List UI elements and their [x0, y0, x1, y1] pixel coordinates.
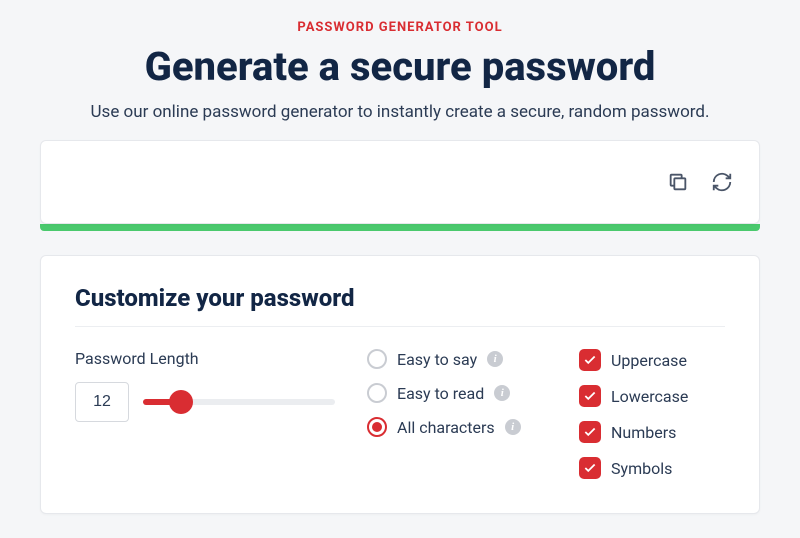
radio-label: All characters — [397, 418, 495, 437]
checkbox-icon — [579, 349, 601, 371]
checkbox-lowercase[interactable]: Lowercase — [579, 385, 719, 407]
copy-icon — [667, 171, 689, 193]
radio-icon — [367, 417, 387, 437]
radio-label: Easy to say — [397, 350, 477, 369]
customize-card: Customize your password Password Length — [40, 255, 760, 514]
length-column: Password Length — [75, 349, 335, 479]
copy-button[interactable] — [665, 169, 691, 195]
radio-label: Easy to read — [397, 384, 484, 403]
radio-icon — [367, 349, 387, 369]
password-actions — [665, 169, 735, 195]
regenerate-button[interactable] — [709, 169, 735, 195]
checkbox-label: Numbers — [611, 423, 676, 442]
length-slider[interactable] — [143, 390, 335, 414]
options-column: Uppercase Lowercase Numbers — [579, 349, 719, 479]
radio-all-characters[interactable]: All characters i — [367, 417, 547, 437]
radio-easy-to-read[interactable]: Easy to read i — [367, 383, 547, 403]
info-icon[interactable]: i — [487, 351, 503, 367]
checkbox-icon — [579, 421, 601, 443]
checkbox-label: Lowercase — [611, 387, 688, 406]
controls: Password Length Easy to say i — [75, 349, 725, 479]
subtitle: Use our online password generator to ins… — [40, 102, 760, 122]
length-label: Password Length — [75, 349, 335, 368]
checkbox-label: Uppercase — [611, 351, 687, 370]
strength-bar — [40, 224, 760, 231]
checkbox-icon — [579, 457, 601, 479]
info-icon[interactable]: i — [505, 419, 521, 435]
info-icon[interactable]: i — [494, 385, 510, 401]
eyebrow: PASSWORD GENERATOR TOOL — [40, 20, 760, 35]
checkbox-symbols[interactable]: Symbols — [579, 457, 719, 479]
slider-thumb[interactable] — [169, 390, 193, 414]
character-type-column: Easy to say i Easy to read i All charact… — [367, 349, 547, 479]
length-input[interactable] — [75, 382, 129, 422]
check-icon — [583, 353, 597, 367]
length-row — [75, 382, 335, 422]
customize-title: Customize your password — [75, 284, 725, 312]
page-title: Generate a secure password — [40, 43, 760, 90]
check-icon — [583, 389, 597, 403]
check-icon — [583, 461, 597, 475]
radio-icon — [367, 383, 387, 403]
checkbox-uppercase[interactable]: Uppercase — [579, 349, 719, 371]
checkbox-icon — [579, 385, 601, 407]
checkbox-label: Symbols — [611, 459, 672, 478]
checkbox-numbers[interactable]: Numbers — [579, 421, 719, 443]
page: PASSWORD GENERATOR TOOL Generate a secur… — [0, 0, 800, 514]
radio-easy-to-say[interactable]: Easy to say i — [367, 349, 547, 369]
refresh-icon — [711, 171, 733, 193]
password-output-card — [40, 140, 760, 224]
divider — [75, 326, 725, 327]
check-icon — [583, 425, 597, 439]
